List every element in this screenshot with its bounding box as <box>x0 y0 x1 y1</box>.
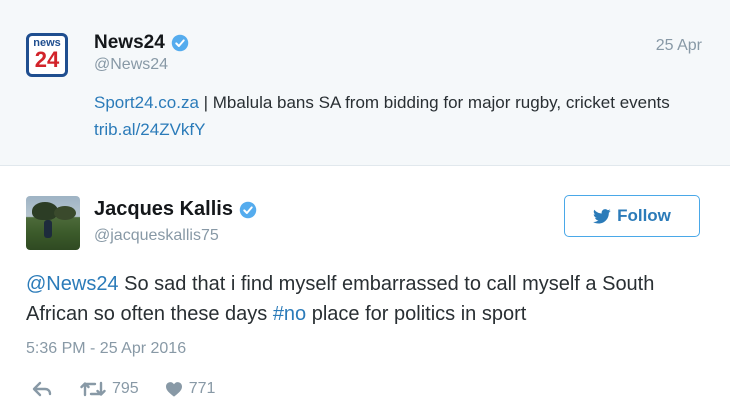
retweet-action[interactable]: 795 <box>80 380 139 398</box>
twitter-bird-icon <box>593 208 611 224</box>
like-count: 771 <box>188 380 216 397</box>
heart-icon <box>165 382 182 397</box>
tweet-timestamp[interactable]: 5:36 PM - 25 Apr 2016 <box>26 340 186 358</box>
quoted-tweet[interactable]: news 24 News24 @News24 25 Apr Sport24.co… <box>0 0 730 166</box>
jacques-kallis-avatar[interactable] <box>26 196 80 250</box>
tweet-text: @News24 So sad that i find myself embarr… <box>26 269 706 329</box>
trib-url-link[interactable]: trib.al/24ZVkfY <box>94 120 206 139</box>
quoted-tweet-text: Sport24.co.za | Mbalula bans SA from bid… <box>94 89 694 143</box>
follow-label: Follow <box>617 206 671 225</box>
reply-icon <box>32 381 52 397</box>
sport24-link[interactable]: Sport24.co.za <box>94 93 199 112</box>
author-name[interactable]: Jacques Kallis <box>94 198 257 221</box>
like-action[interactable]: 771 <box>165 380 216 398</box>
author-name-text[interactable]: Jacques Kallis <box>94 198 233 221</box>
logo-text-24: 24 <box>34 46 60 72</box>
verified-badge-icon <box>171 34 189 52</box>
tweet-actions: 795 771 <box>32 377 215 401</box>
hashtag-link[interactable]: #no <box>273 303 306 325</box>
tweet-text-part2: place for politics in sport <box>306 303 527 325</box>
retweet-icon <box>80 381 106 397</box>
quoted-tweet-body: | Mbalula bans SA from bidding for major… <box>198 93 670 112</box>
author-handle[interactable]: @jacqueskallis75 <box>94 227 219 245</box>
verified-badge-icon <box>239 201 257 218</box>
quoted-author-name-text[interactable]: News24 <box>94 32 165 54</box>
quoted-author-handle[interactable]: @News24 <box>94 56 168 74</box>
retweet-count: 795 <box>112 380 139 397</box>
follow-button[interactable]: Follow <box>564 195 700 237</box>
mention-link[interactable]: @News24 <box>26 273 119 295</box>
quoted-author-name[interactable]: News24 <box>94 32 189 54</box>
quoted-tweet-date[interactable]: 25 Apr <box>656 37 702 55</box>
reply-action[interactable] <box>32 381 52 397</box>
news24-avatar[interactable]: news 24 <box>26 33 68 77</box>
